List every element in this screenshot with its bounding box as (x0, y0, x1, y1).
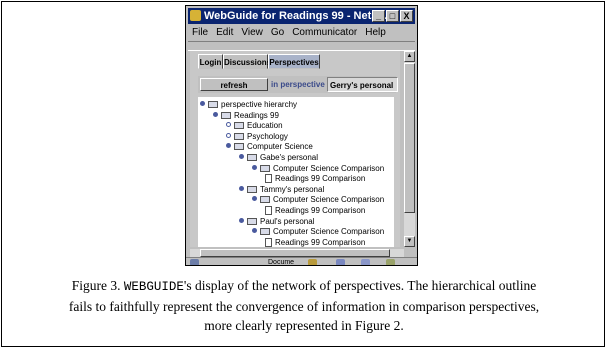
tree-item-label: Gabe's personal (260, 153, 319, 162)
menu-go[interactable]: Go (271, 27, 284, 38)
security-icon (190, 259, 199, 265)
menu-help[interactable]: Help (365, 27, 386, 38)
document-icon (265, 206, 272, 215)
close-button[interactable]: X (400, 10, 413, 22)
horizontal-scroll-thumb[interactable] (200, 249, 390, 257)
menu-view[interactable]: View (241, 27, 263, 38)
composer-icon (386, 259, 395, 265)
tab-perspectives[interactable]: Perspectives (268, 54, 320, 69)
expand-bullet-icon[interactable] (239, 185, 244, 191)
tree-item[interactable]: Education (226, 120, 283, 131)
discussion-icon (361, 259, 370, 265)
folder-icon (260, 196, 270, 204)
tree-item[interactable]: Computer Science Comparison (252, 226, 384, 237)
folder-icon (234, 122, 244, 130)
refresh-button[interactable]: refresh (200, 78, 268, 91)
expand-bullet-icon[interactable] (252, 228, 257, 234)
figure-caption: Figure 3. WEBGUIDE's display of the netw… (14, 276, 594, 335)
tree-item-label: Readings 99 (234, 110, 279, 120)
vertical-scrollbar[interactable]: ▲ ▼ (404, 51, 415, 247)
perspective-tree: perspective hierarchy Readings 99 Educatio… (198, 97, 394, 247)
menu-bar: File Edit View Go Communicator Help (188, 26, 394, 40)
maximize-button[interactable]: □ (386, 10, 399, 22)
app-icon (190, 10, 201, 21)
tree-item[interactable]: Psychology (226, 131, 288, 142)
caption-line-3: more clearly represented in Figure 2. (204, 318, 404, 333)
tree-item-label: Computer Science Comparison (273, 163, 385, 173)
vertical-scroll-thumb[interactable] (404, 63, 415, 213)
tab-login[interactable]: Login (198, 54, 223, 69)
caption-line-1: Figure 3. WEBGUIDE's display of the netw… (14, 276, 594, 297)
menu-file[interactable]: File (192, 27, 208, 38)
tab-discussions[interactable]: Discussions (223, 54, 271, 69)
tree-item[interactable]: perspective hierarchy (200, 99, 297, 110)
caption-system-name: WEBGUIDE (123, 280, 184, 294)
tree-item-label: Computer Science (247, 142, 313, 152)
scroll-up-arrow-icon[interactable]: ▲ (404, 51, 415, 62)
title-bar: WebGuide for Readings 99 - Netsc... _ □ … (188, 8, 415, 24)
browser-window: WebGuide for Readings 99 - Netsc... _ □ … (185, 5, 418, 266)
folder-icon (260, 228, 270, 236)
expand-bullet-icon[interactable] (252, 164, 257, 170)
mail-icon (336, 259, 345, 265)
expand-bullet-icon[interactable] (213, 111, 218, 117)
tree-item-label: perspective hierarchy (221, 100, 298, 109)
tree-item[interactable]: Readings 99 Comparison (265, 205, 365, 216)
expand-bullet-icon[interactable] (226, 122, 231, 128)
folder-icon (208, 101, 218, 108)
menu-communicator[interactable]: Communicator (292, 27, 357, 38)
tree-item-label: Readings 99 Comparison (275, 174, 366, 184)
expand-bullet-icon[interactable] (200, 101, 205, 106)
document-icon (265, 237, 272, 247)
horizontal-scrollbar[interactable] (190, 249, 404, 257)
tree-item-label: Computer Science Comparison (273, 195, 385, 205)
perspective-controls: refresh in perspective Gerry's personal (198, 76, 398, 93)
folder-icon (247, 185, 257, 193)
tree-item[interactable]: Paul's personal (239, 216, 314, 227)
tree-item[interactable]: Readings 99 Comparison (265, 237, 365, 247)
expand-bullet-icon[interactable] (239, 154, 244, 159)
tree-item-label: Psychology (247, 131, 288, 141)
expand-bullet-icon[interactable] (252, 196, 257, 202)
applet-area: Login Discussions Perspectives refresh i… (190, 51, 400, 247)
toolbar-strip (188, 41, 415, 51)
tree-item-label: Paul's personal (260, 216, 315, 226)
in-perspective-label: in perspective (271, 80, 325, 89)
expand-bullet-icon[interactable] (239, 217, 244, 223)
component-icon (308, 259, 317, 265)
expand-bullet-icon[interactable] (226, 132, 231, 138)
tree-item-label: Readings 99 Comparison (275, 206, 366, 215)
folder-icon (260, 164, 270, 172)
minimize-button[interactable]: _ (372, 10, 385, 22)
menu-edit[interactable]: Edit (216, 27, 233, 38)
tree-item[interactable]: Readings 99 Comparison (265, 173, 365, 184)
tree-item-label: Tammy's personal (260, 184, 325, 194)
perspective-select[interactable]: Gerry's personal (327, 77, 398, 92)
tree-item[interactable]: Readings 99 (213, 110, 279, 121)
tree-item[interactable]: Computer Science Comparison (252, 163, 384, 174)
window-title: WebGuide for Readings 99 - Netsc... (204, 10, 393, 22)
caption-line-1-rest: 's display of the network of perspective… (183, 278, 537, 293)
folder-icon (234, 143, 244, 151)
status-text: Docume (268, 259, 295, 266)
tree-item[interactable]: Gabe's personal (239, 152, 318, 163)
caption-line-2: fails to faithfully represent the conver… (68, 299, 540, 314)
tree-item[interactable]: Computer Science Comparison (252, 194, 384, 205)
folder-icon (234, 132, 244, 140)
scroll-down-arrow-icon[interactable]: ▼ (404, 236, 415, 247)
document-icon (265, 174, 272, 184)
tree-item-label: Computer Science Comparison (273, 227, 385, 237)
caption-prefix: Figure 3. (71, 278, 124, 293)
tree-item-label: Education (247, 121, 283, 131)
folder-icon (247, 154, 257, 161)
status-bar: Docume (186, 257, 417, 266)
tree-item-label: Readings 99 Comparison (275, 237, 366, 247)
folder-icon (247, 217, 257, 225)
tree-item[interactable]: Tammy's personal (239, 184, 324, 195)
expand-bullet-icon[interactable] (226, 143, 231, 149)
folder-icon (221, 111, 231, 119)
tree-item[interactable]: Computer Science (226, 141, 313, 152)
